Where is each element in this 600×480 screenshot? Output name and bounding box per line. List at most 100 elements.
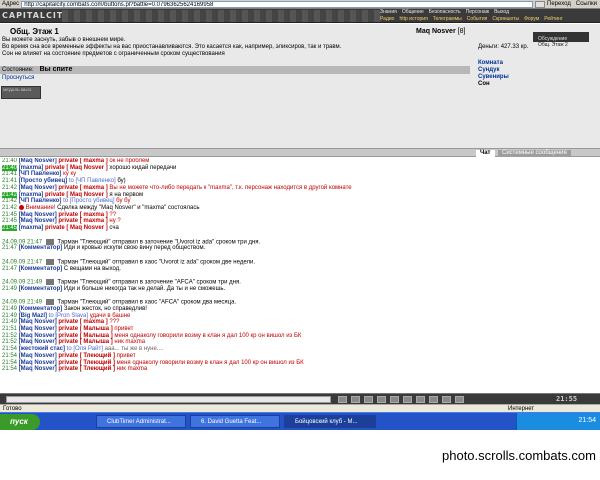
settings-icon[interactable] (403, 396, 412, 403)
chat-nick[interactable]: [Maq Nosver] (19, 158, 57, 164)
links-button[interactable]: Ссылки (573, 1, 600, 7)
url-input[interactable]: http://capitalcity.combats.com/buttons.p… (21, 0, 534, 8)
chat-nick[interactable]: [Maq Nosver] (19, 333, 57, 339)
chat-timestamp[interactable]: 21:51 (2, 326, 17, 332)
tab-chat[interactable]: Чат (476, 150, 495, 157)
nav-link[interactable]: Рейтинг (544, 16, 562, 23)
nav-link[interactable]: Скриншоты (492, 16, 519, 23)
sound-icon[interactable] (429, 396, 438, 403)
chat-timestamp[interactable]: 21:54 (2, 360, 17, 366)
nav-link[interactable]: Радио (380, 16, 394, 23)
chat-nick[interactable]: [Maq Nosver] (19, 326, 57, 332)
private-recipient[interactable]: private [ maxma ] (57, 319, 107, 325)
nav-link[interactable]: Телеграммы (433, 16, 462, 23)
taskbar-item[interactable]: ClubTimer Administrat... (96, 415, 186, 428)
room-link-souvenirs[interactable]: Сувениры (478, 74, 509, 81)
refresh-icon[interactable] (351, 396, 360, 403)
start-button[interactable]: пуск (0, 414, 40, 430)
chat-nick[interactable]: [Maq Nosver] (19, 212, 57, 218)
chat-nick[interactable]: [maxma] (19, 225, 44, 231)
chat-timestamp[interactable]: 24.09.09 21:49 (2, 280, 42, 286)
to-recipient[interactable]: to [Pron Slava] (47, 313, 88, 319)
chat-nick[interactable]: [Комментатор] (19, 286, 63, 292)
chat-timestamp[interactable]: 24.09.09 21:47 (2, 259, 42, 265)
go-button[interactable]: Переход (545, 1, 573, 7)
chat-timestamp[interactable]: 21:49 (2, 286, 17, 292)
to-recipient[interactable]: to [Оля Райт] (65, 346, 103, 352)
send-icon[interactable] (338, 396, 347, 403)
chat-nick[interactable]: [Maq Nosver] (19, 185, 57, 191)
nav-link[interactable]: Безопасность (429, 9, 461, 16)
chat-nick[interactable]: [Maq Nosver] (19, 218, 57, 224)
chat-nick[interactable]: [maxma] (19, 165, 44, 171)
chat-timestamp[interactable]: 21:47 (2, 266, 17, 272)
chat-input[interactable] (6, 396, 331, 403)
room-link-chest[interactable]: Сундук (478, 67, 509, 74)
chat-timestamp[interactable]: 24.09.09 21:47 (2, 239, 42, 245)
chat-nick[interactable]: [Maq Nosver] (19, 360, 57, 366)
chat-nick[interactable]: [ЧП Павленко] (19, 171, 62, 177)
private-recipient[interactable]: private [ Maq Nosver ] (43, 192, 108, 198)
to-recipient[interactable]: to [Просто убивец] (61, 198, 114, 204)
chat-timestamp[interactable]: 21:41 (2, 178, 17, 184)
player-info[interactable]: Maq Nosver [8] (416, 28, 465, 35)
chat-nick[interactable]: [maxma] (19, 192, 44, 198)
exit-icon[interactable] (455, 396, 464, 403)
nav-link[interactable]: События (467, 16, 488, 23)
chat-timestamp[interactable]: 21:41 (2, 171, 17, 177)
room-link-sleep[interactable]: Сон (478, 81, 509, 88)
nav-link[interactable]: Форум (524, 16, 539, 23)
chat-timestamp[interactable]: 21:45 (2, 212, 17, 218)
chat-nick[interactable]: [Maq Nosver] (19, 353, 57, 359)
private-recipient[interactable]: private [ Тлеющий ] (57, 366, 115, 372)
chat-nick[interactable]: [Комментатор] (19, 245, 63, 251)
go-arrow-icon[interactable] (535, 0, 546, 8)
chat-timestamp[interactable]: 21:47 (2, 245, 17, 251)
private-recipient[interactable]: private [ Maq Nosver ] (43, 225, 108, 231)
minimap-label[interactable]: Общ. Этаж 2 (538, 42, 568, 48)
private-recipient[interactable]: private [ maxma ] (57, 218, 107, 224)
clear-icon[interactable] (390, 396, 399, 403)
private-recipient[interactable]: private [ Малыша ] (57, 333, 112, 339)
chat-timestamp[interactable]: 24.09.09 21:49 (2, 300, 42, 306)
chat-timestamp[interactable]: 21:42 (2, 198, 17, 204)
nav-link[interactable]: Знания (380, 9, 397, 16)
chat-timestamp[interactable]: 21:49 (2, 306, 17, 312)
chat-nick[interactable]: [Комментатор] (19, 306, 63, 312)
chat-timestamp[interactable]: 21:42 (2, 185, 17, 191)
chat-timestamp[interactable]: 21:40 (2, 164, 18, 171)
room-link-room[interactable]: Комната (478, 60, 509, 67)
private-recipient[interactable]: private [ Малыша ] (57, 339, 112, 345)
chat-nick[interactable]: [Maq Nosver] (19, 319, 57, 325)
nav-link[interactable]: Персонаж (466, 9, 489, 16)
chat-timestamp[interactable]: 21:52 (2, 333, 17, 339)
chat-timestamp[interactable]: 21:40 (2, 158, 17, 164)
to-recipient[interactable]: to [ЧП Павленко] (67, 178, 116, 184)
chat-timestamp[interactable]: 21:54 (2, 366, 17, 372)
private-recipient[interactable]: private [ maxma ] (57, 212, 107, 218)
chat-timestamp[interactable]: 21:42 (2, 191, 18, 198)
smile-icon[interactable] (364, 396, 373, 403)
nav-link[interactable]: http история (399, 16, 427, 23)
private-recipient[interactable]: private [ Тлеющий ] (57, 353, 115, 359)
chat-timestamp[interactable]: 21:45 (2, 225, 18, 232)
player-name[interactable]: Maq Nosver (416, 28, 456, 35)
chat-timestamp[interactable]: 21:49 (2, 319, 17, 325)
font-icon[interactable] (442, 396, 451, 403)
chat-nick[interactable]: [Просто убивец] (19, 178, 67, 184)
private-recipient[interactable]: private [ Maq Nosver ] (43, 165, 108, 171)
taskbar-item[interactable]: 6. David Guetta Feat... (190, 415, 280, 428)
chat-timestamp[interactable]: 21:54 (2, 353, 17, 359)
taskbar-item[interactable]: Бойцовский клуб - M... (284, 415, 376, 428)
chat-timestamp[interactable]: 21:54 (2, 346, 17, 352)
private-recipient[interactable]: private [ Тлеющий ] (57, 360, 115, 366)
filter-icon[interactable] (377, 396, 386, 403)
private-recipient[interactable]: private [ maxma ] (57, 185, 107, 191)
chat-timestamp[interactable]: 21:52 (2, 339, 17, 345)
chat-timestamp[interactable]: 21:42 (2, 205, 17, 211)
nav-link[interactable]: Выход (494, 9, 509, 16)
translit-icon[interactable] (416, 396, 425, 403)
nav-link[interactable]: Общение (402, 9, 424, 16)
chat-nick[interactable]: [Maq Nosver] (19, 339, 57, 345)
chat-nick[interactable]: [жестокий стас] (19, 346, 65, 352)
